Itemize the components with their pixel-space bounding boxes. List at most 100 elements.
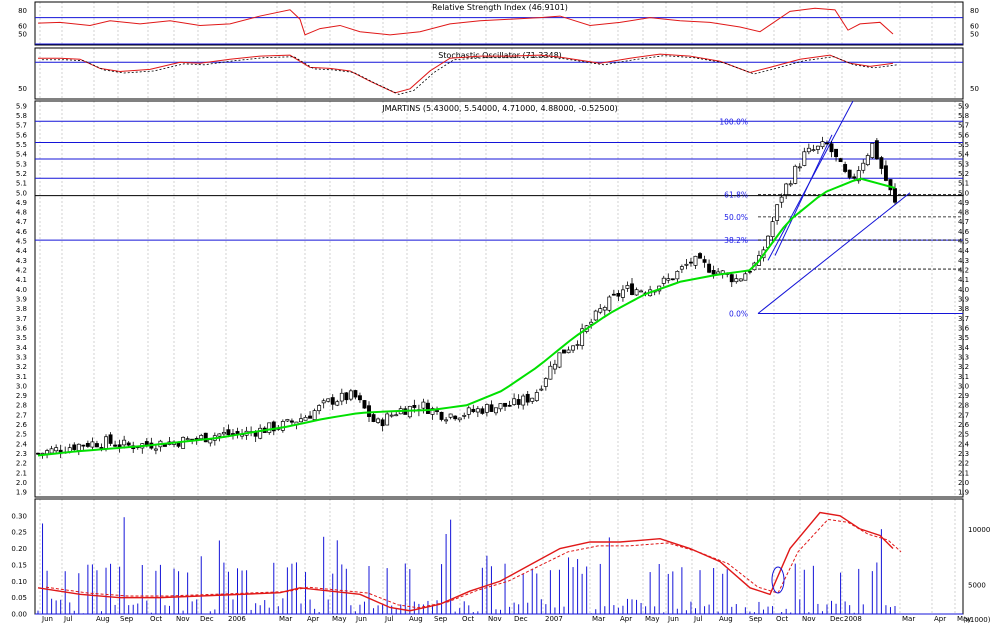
price-tick-left: 3.7 <box>16 315 27 323</box>
price-tick-left: 5.0 <box>16 189 27 197</box>
candle-body <box>598 308 603 313</box>
x-axis-label: 2007 <box>545 615 563 623</box>
price-tick-left: 5.2 <box>16 170 27 178</box>
candle-body <box>834 148 839 158</box>
candle-body <box>530 397 535 402</box>
price-tick-left: 2.3 <box>16 450 27 458</box>
candle-body <box>743 273 748 281</box>
candle-body <box>498 403 503 410</box>
candle-body <box>321 400 326 404</box>
candle-body <box>734 278 739 283</box>
price-tick-left: 4.3 <box>16 257 27 265</box>
price-tick-left: 2.9 <box>16 392 27 400</box>
candle-body <box>634 289 639 296</box>
rsi-tick-right: 80 <box>970 7 979 15</box>
candle-body <box>45 450 50 455</box>
price-tick-right: 3.3 <box>958 353 969 361</box>
price-tick-right: 2.7 <box>958 411 969 419</box>
candle-body <box>421 401 426 409</box>
candle-body <box>185 438 190 441</box>
candle-body <box>385 413 390 426</box>
candle-body <box>394 414 399 417</box>
price-tick-right: 4.0 <box>958 286 969 294</box>
candle-body <box>94 443 99 448</box>
x-axis-label: Aug <box>96 615 110 623</box>
price-tick-left: 4.8 <box>16 209 27 217</box>
stoch-tick-left: 50 <box>18 85 27 93</box>
price-tick-right: 3.9 <box>958 296 969 304</box>
price-tick-left: 4.4 <box>16 247 28 255</box>
volume-tick-right: 5000 <box>968 582 986 590</box>
price-tick-right: 3.8 <box>958 305 969 313</box>
candle-body <box>353 390 358 398</box>
candle-body <box>571 345 576 351</box>
volume-bars-group <box>37 517 896 614</box>
candle-body <box>684 263 689 266</box>
x-axis-label: Oct <box>462 615 474 623</box>
candle-body <box>811 149 816 152</box>
candle-body <box>444 419 449 422</box>
x-axis-label: Aug <box>409 615 423 623</box>
moving-average-line <box>37 177 896 457</box>
candle-body <box>770 221 775 237</box>
candle-body <box>453 415 458 420</box>
candle-body <box>462 414 467 417</box>
candle-body <box>448 413 453 418</box>
candle-body <box>820 141 825 148</box>
price-tick-right: 2.6 <box>958 421 970 429</box>
x-axis-label: Apr <box>934 615 946 623</box>
candle-body <box>879 157 884 169</box>
candle-body <box>412 404 417 408</box>
candle-body <box>738 278 743 282</box>
price-tick-right: 5.6 <box>958 131 970 139</box>
candle-body <box>344 392 349 401</box>
price-tick-right: 4.4 <box>958 247 970 255</box>
candle-body <box>852 176 857 179</box>
price-tick-left: 3.8 <box>16 305 27 313</box>
candle-body <box>475 408 480 413</box>
price-tick-left: 4.1 <box>16 276 27 284</box>
candle-body <box>457 417 462 421</box>
price-tick-right: 2.9 <box>958 392 969 400</box>
price-tick-left: 4.9 <box>16 199 27 207</box>
candle-body <box>308 415 313 419</box>
x-axis-label: Oct <box>776 615 788 623</box>
x-axis-label: Sep <box>749 615 763 623</box>
rsi-tick-left: 80 <box>18 7 27 15</box>
candle-body <box>797 166 802 169</box>
candle-body <box>484 404 489 413</box>
candle-body <box>548 365 553 380</box>
price-tick-left: 3.2 <box>16 363 27 371</box>
candle-body <box>593 310 598 321</box>
candle-body <box>367 405 371 417</box>
candle-body <box>888 179 893 191</box>
price-tick-left: 3.4 <box>16 344 28 352</box>
price-tick-right: 5.8 <box>958 112 969 120</box>
price-tick-right: 3.1 <box>958 373 969 381</box>
candle-body <box>76 443 81 451</box>
candle-body <box>865 155 870 166</box>
price-tick-left: 2.5 <box>16 431 27 439</box>
price-tick-left: 3.1 <box>16 373 27 381</box>
candle-body <box>258 427 263 439</box>
candle-body <box>253 432 258 437</box>
candle-body <box>380 419 385 427</box>
price-tick-left: 3.9 <box>16 296 27 304</box>
candle-body <box>620 289 625 298</box>
candle-body <box>108 434 113 444</box>
price-tick-right: 2.0 <box>958 479 969 487</box>
candle-body <box>49 448 54 454</box>
candle-body <box>357 395 362 401</box>
x-axis-label: Oct <box>150 615 162 623</box>
price-tick-right: 2.4 <box>958 440 970 448</box>
price-tick-left: 3.6 <box>16 324 28 332</box>
price-tick-right: 2.2 <box>958 460 969 468</box>
candle-body <box>711 269 716 275</box>
candle-body <box>471 408 476 412</box>
price-tick-left: 2.7 <box>16 411 27 419</box>
candle-body <box>516 399 521 405</box>
x-axis-label: May <box>332 615 346 623</box>
candle-body <box>312 410 317 420</box>
price-tick-right: 3.2 <box>958 363 969 371</box>
price-tick-right: 4.8 <box>958 209 969 217</box>
